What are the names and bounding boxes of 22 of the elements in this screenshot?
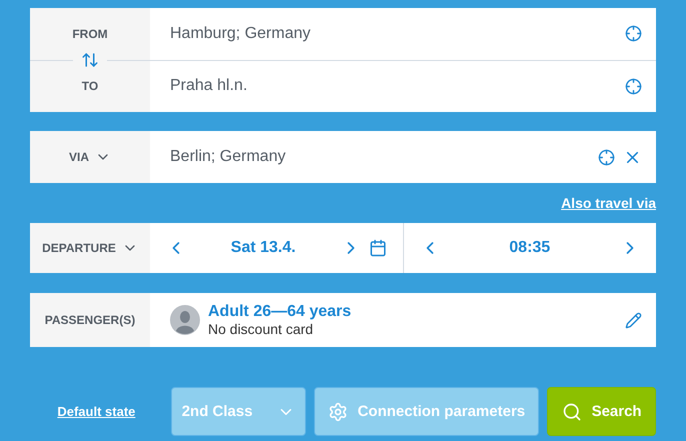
- edit-icon[interactable]: [625, 312, 642, 328]
- calendar-icon[interactable]: [368, 239, 386, 257]
- search-icon[interactable]: [562, 402, 582, 422]
- departure-time[interactable]: 08:35: [448, 239, 612, 257]
- to-label: TO: [82, 78, 98, 95]
- passenger-title: Adult 26—64 years: [208, 303, 352, 321]
- to-field[interactable]: Praha hl.n.: [170, 77, 617, 96]
- avatar-icon: [170, 305, 200, 335]
- passenger-label: PASSENGER(S): [44, 313, 136, 327]
- departure-date[interactable]: Sat 13.4.: [194, 239, 332, 257]
- via-field[interactable]: Berlin; Germany: [170, 148, 590, 166]
- also-travel-via-link[interactable]: Also travel via: [561, 195, 656, 211]
- search-button[interactable]: Search: [547, 387, 656, 436]
- from-field[interactable]: Hamburg; Germany: [170, 24, 617, 43]
- passenger-subtitle: No discount card: [208, 321, 314, 337]
- from-label: FROM: [72, 26, 108, 43]
- default-state-link[interactable]: Default state: [57, 404, 136, 419]
- via-dropdown[interactable]: VIA: [62, 148, 117, 166]
- locate-icon[interactable]: [598, 148, 615, 166]
- locate-icon[interactable]: [625, 25, 642, 42]
- swap-icon[interactable]: [81, 51, 99, 69]
- locate-icon[interactable]: [625, 78, 642, 95]
